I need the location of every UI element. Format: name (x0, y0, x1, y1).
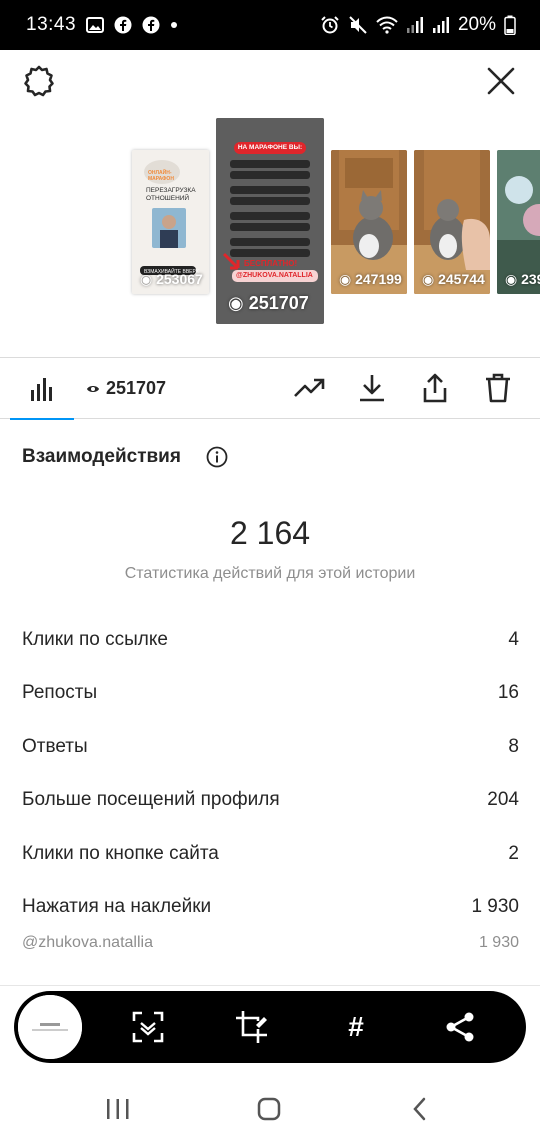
stat-row: Больше посещений профиля 204 (22, 789, 519, 811)
story-thumbnail-selected[interactable]: НА МАРАФОНЕ ВЫ: БЕСПЛАТНО! @ZHUKOVA.NATA… (216, 118, 324, 324)
stat-value: 2 (508, 843, 519, 864)
facebook-icon (142, 16, 160, 34)
stories-carousel[interactable]: ОНЛАЙН- МАРАФОН ПЕРЕЗАГРУЗКА ОТНОШЕНИЙ В… (0, 118, 540, 356)
story-view-count: ◉ 239 (505, 271, 540, 287)
dot-icon (171, 22, 178, 28)
story-mini-preview (18, 995, 82, 1059)
bar-chart-icon (31, 378, 52, 401)
hashtag-button[interactable]: # (338, 1009, 374, 1045)
story-view-count: ◉ 245744 (422, 271, 485, 287)
views-count: 251707 (106, 378, 167, 398)
story-free-label: БЕСПЛАТНО! (244, 259, 298, 268)
battery-percent: 20% (457, 14, 496, 35)
close-icon[interactable] (484, 64, 518, 98)
story-thumbnail[interactable]: ◉ 239 (497, 150, 540, 294)
stat-row: Нажатия на наклейки 1 930 (22, 896, 519, 918)
stat-row: Клики по кнопке сайта 2 (22, 843, 519, 865)
alarm-icon (321, 16, 339, 34)
stat-row: Клики по ссылке 4 (22, 629, 519, 651)
info-icon[interactable] (206, 446, 228, 468)
interactions-caption: Статистика действий для этой истории (124, 565, 416, 582)
views-indicator: 251707 (86, 378, 166, 399)
interactions-total: 2 164 (229, 515, 311, 551)
trash-icon[interactable] (482, 372, 514, 404)
stat-label: Репосты (22, 682, 98, 703)
story-thumbnail[interactable]: ОНЛАЙН- МАРАФОН ПЕРЕЗАГРУЗКА ОТНОШЕНИЙ В… (132, 150, 209, 294)
bottom-action-bar: # (14, 991, 526, 1063)
stat-row: Ответы 8 (22, 736, 519, 758)
stat-label: Нажатия на наклейки (22, 896, 212, 917)
selected-story-pointer (258, 345, 282, 357)
gear-icon[interactable] (22, 64, 56, 98)
svg-text:ОТНОШЕНИЙ: ОТНОШЕНИЙ (146, 193, 189, 202)
gallery-icon (86, 17, 105, 33)
sticker-value: 1 930 (478, 934, 519, 951)
home-icon[interactable] (254, 1096, 284, 1122)
svg-text:ПЕРЕЗАГРУЗКА: ПЕРЕЗАГРУЗКА (146, 187, 196, 194)
stat-label: Ответы (22, 736, 88, 757)
section-title-interactions: Взаимодействия (22, 446, 181, 467)
signal-icon (406, 17, 423, 33)
story-handle: @ZHUKOVA.NATALLIA (236, 272, 313, 279)
stat-value: 4 (508, 629, 519, 650)
story-mini-thumbnail[interactable] (15, 992, 85, 1062)
svg-text:МАРАФОН: МАРАФОН (148, 176, 174, 182)
sticker-breakdown-row: @zhukova.natallia 1 930 (22, 934, 519, 952)
stat-value: 1 930 (471, 896, 519, 917)
stat-value: 16 (497, 682, 519, 703)
facebook-icon (114, 16, 132, 34)
stat-label: Больше посещений профиля (22, 789, 280, 810)
story-view-count: ◉ 247199 (339, 271, 402, 287)
status-time: 13:43 (26, 14, 77, 35)
tab-insights[interactable] (10, 358, 74, 420)
stat-value: 204 (487, 789, 519, 810)
eye-icon (87, 385, 99, 392)
crop-edit-icon[interactable] (234, 1009, 270, 1045)
story-view-count: ◉ 253067 (140, 271, 203, 287)
status-bar: 13:43 20% (0, 0, 540, 50)
battery-icon (504, 15, 516, 35)
stat-value: 8 (508, 736, 519, 757)
download-icon[interactable] (356, 372, 388, 404)
mute-icon (349, 16, 367, 34)
signal-icon (432, 17, 449, 33)
share-icon[interactable] (419, 372, 451, 404)
back-icon[interactable] (406, 1096, 436, 1122)
top-bar (0, 50, 540, 118)
stat-row: Репосты 16 (22, 682, 519, 704)
stat-label: Клики по кнопке сайта (22, 843, 219, 864)
share-nodes-icon[interactable] (442, 1009, 478, 1045)
sticker-label: @zhukova.natallia (22, 934, 153, 951)
divider (0, 985, 540, 986)
svg-text:ОНЛАЙН-: ОНЛАЙН- (148, 168, 172, 176)
story-banner: НА МАРАФОНЕ ВЫ: (237, 144, 303, 151)
recents-icon[interactable] (103, 1096, 133, 1122)
wifi-icon (376, 16, 398, 34)
system-nav-bar (0, 1076, 540, 1140)
stat-label: Клики по ссылке (22, 629, 168, 650)
story-toolbar: 251707 (0, 357, 540, 420)
trend-icon[interactable] (293, 372, 325, 404)
story-thumbnail[interactable]: ◉ 247199 (331, 150, 407, 294)
story-thumbnail[interactable]: ◉ 245744 (414, 150, 490, 294)
scan-icon[interactable] (130, 1009, 166, 1045)
story-view-count: ◉ 251707 (228, 293, 309, 313)
